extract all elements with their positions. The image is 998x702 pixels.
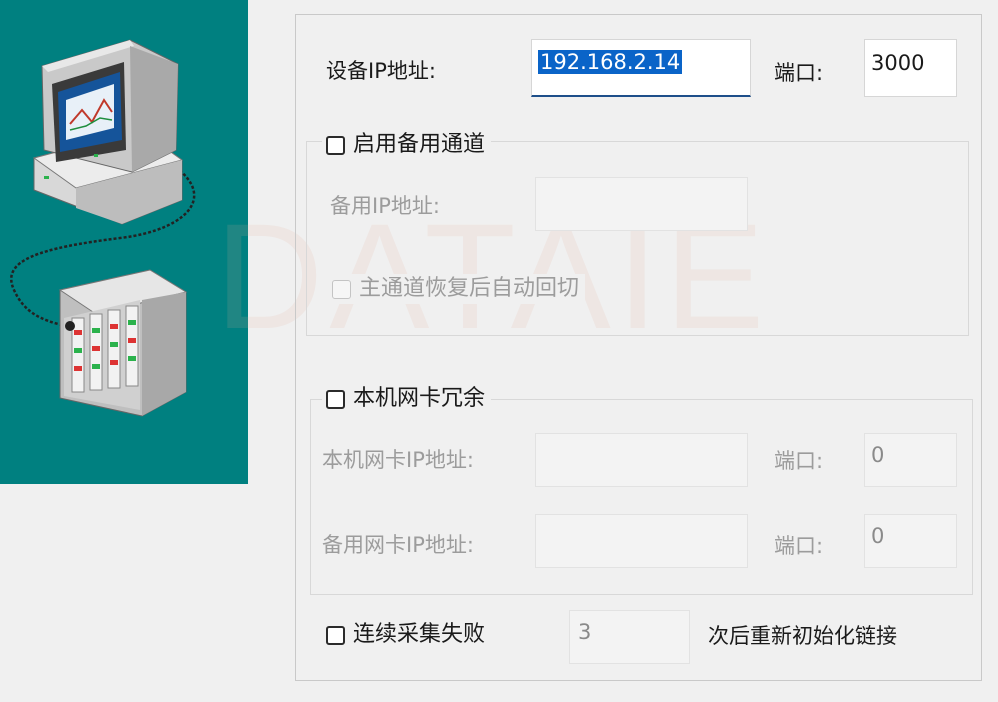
- auto-switchback-label: 主通道恢复后自动回切: [359, 276, 580, 301]
- enable-backup-channel-checkbox[interactable]: 启用备用通道: [322, 130, 492, 160]
- backup-nic-ip-label: 备用网卡IP地址:: [322, 533, 474, 557]
- backup-ip-input[interactable]: [535, 177, 748, 231]
- device-ip-label: 设备IP地址:: [326, 59, 436, 83]
- network-connection-illustration: [10, 39, 196, 417]
- failure-count-input[interactable]: 3: [569, 610, 690, 664]
- backup-nic-ip-input[interactable]: [535, 514, 748, 568]
- nic-redundancy-label: 本机网卡冗余: [353, 386, 486, 411]
- local-port-input[interactable]: 0: [864, 433, 957, 487]
- enable-backup-channel-label: 启用备用通道: [353, 132, 486, 157]
- reinit-on-failure-label: 连续采集失败: [353, 622, 486, 647]
- device-ip-value: 192.168.2.14: [538, 50, 683, 74]
- desktop-computer-icon: [32, 39, 184, 225]
- failure-count-value: 3: [578, 620, 592, 644]
- backup-channel-group: [306, 141, 969, 336]
- local-port-value: 0: [871, 443, 885, 467]
- nic-redundancy-checkbox[interactable]: 本机网卡冗余: [322, 384, 492, 414]
- io-rack-icon: [58, 269, 188, 417]
- checkbox-unchecked-icon: [326, 389, 345, 409]
- backup-ip-label: 备用IP地址:: [330, 194, 440, 218]
- auto-switchback-checkbox[interactable]: 主通道恢复后自动回切: [328, 274, 586, 304]
- checkbox-disabled-icon: [332, 279, 351, 299]
- port-label: 端口:: [774, 61, 824, 85]
- local-nic-ip-input[interactable]: [535, 433, 748, 487]
- reinit-suffix-label: 次后重新初始化链接: [708, 624, 897, 648]
- backup-port-label: 端口:: [774, 534, 824, 558]
- backup-port-value: 0: [871, 524, 885, 548]
- device-ip-input[interactable]: 192.168.2.14: [531, 39, 751, 97]
- port-input[interactable]: 3000: [864, 39, 957, 97]
- checkbox-unchecked-icon: [326, 135, 345, 155]
- backup-port-input[interactable]: 0: [864, 514, 957, 568]
- reinit-on-failure-checkbox[interactable]: 连续采集失败: [322, 620, 492, 650]
- computer-device-illustration: [0, 0, 248, 484]
- port-value: 3000: [871, 51, 925, 75]
- local-port-label: 端口:: [774, 449, 824, 473]
- local-nic-ip-label: 本机网卡IP地址:: [322, 448, 474, 472]
- checkbox-unchecked-icon: [326, 625, 345, 645]
